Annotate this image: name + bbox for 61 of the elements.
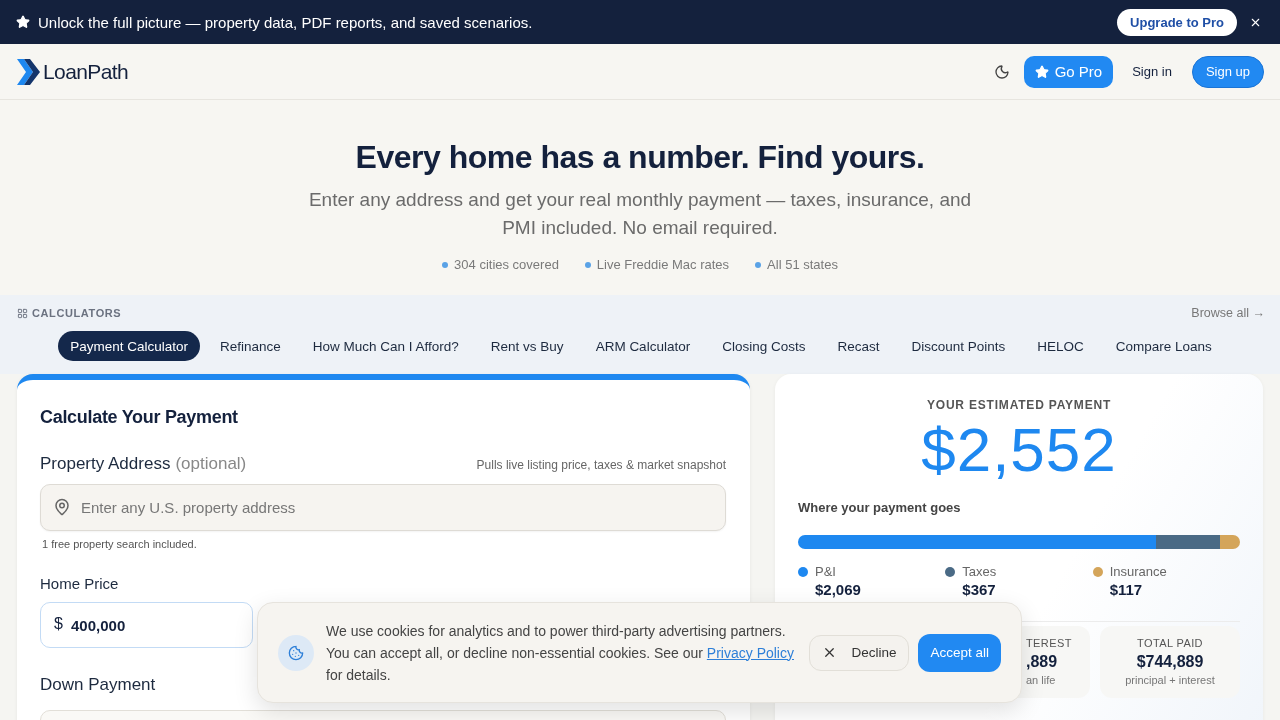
field-hint: Pulls live listing price, taxes & market snapshot (476, 458, 726, 472)
calculator-tab[interactable]: Discount Points (899, 331, 1018, 361)
calculator-tab[interactable]: Closing Costs (710, 331, 818, 361)
optional-note: (optional) (175, 453, 247, 475)
field-label: Property Address (40, 453, 171, 475)
hero-subtitle: Enter any address and get your real monthly payment — taxes, insurance, and PMI included. No email required. (307, 188, 973, 240)
bullet-dot-icon (755, 262, 762, 268)
legend-label: Taxes (962, 564, 997, 580)
calculator-tab[interactable]: Recast (825, 331, 892, 361)
browse-all-link[interactable]: Browse all → (1191, 306, 1265, 320)
currency-prefix: $ (54, 615, 63, 633)
hero-title: Every home has a number. Find yours. (355, 138, 925, 177)
sign-in-link[interactable]: Sign in (1130, 60, 1174, 83)
highlight-text: Live Freddie Mac rates (596, 256, 730, 274)
calculator-tab[interactable]: Rent vs Buy (478, 331, 576, 361)
calculator-tab[interactable]: Refinance (207, 331, 293, 361)
decline-button[interactable]: Decline (809, 634, 910, 671)
upgrade-button[interactable]: Upgrade to Pro (1117, 8, 1237, 36)
map-pin-icon (53, 498, 71, 516)
stat-value: ,889 (1026, 652, 1058, 672)
field-label: Down Payment (40, 675, 156, 694)
stat-label: TEREST (1026, 636, 1072, 651)
calculator-tab[interactable]: ARM Calculator (583, 331, 703, 361)
logo-text[interactable]: LoanPath (43, 59, 129, 84)
highlight-text: 304 cities covered (454, 256, 559, 274)
privacy-policy-link[interactable]: Privacy Policy (706, 644, 794, 661)
cookie-notice: We use cookies for analytics and to power third-party advertising partners. You can accept all, or decline non-essential cookies. See our Privacy Policy for details. (326, 621, 795, 685)
grid-icon (17, 307, 28, 319)
moon-icon[interactable] (993, 63, 1010, 80)
legend-label: P&I (815, 564, 836, 580)
promo-message: Unlock the full picture — property data, PDF reports, and saved scenarios. (38, 13, 533, 31)
breakdown-title: Where your payment goes (798, 499, 962, 517)
legend-value: $367 (962, 580, 996, 600)
calculator-tab[interactable]: Payment Calculator (58, 331, 200, 361)
logo-chevron-icon (17, 58, 40, 85)
stat-value: $744,889 (1136, 652, 1204, 672)
address-input[interactable]: Enter any U.S. property address (40, 484, 726, 531)
legend-label: Insurance (1109, 564, 1167, 580)
section-label: CALCULATORS (32, 307, 122, 319)
card-title: Calculate Your Payment (40, 406, 239, 429)
stat-note: principal + interest (1125, 673, 1215, 688)
legend-value: $117 (1109, 580, 1143, 600)
calculator-tab[interactable]: HELOC (1025, 331, 1096, 361)
calculator-tab[interactable]: How Much Can I Afford? (300, 331, 471, 361)
stat-note: an life (1026, 673, 1056, 688)
bullet-dot-icon (584, 262, 591, 268)
highlight-text: All 51 states (767, 256, 838, 274)
field-label: Home Price (40, 575, 119, 592)
help-text: 1 free property search included. (41, 537, 198, 551)
star-icon (16, 15, 30, 29)
calculator-tab[interactable]: Compare Loans (1103, 331, 1224, 361)
accept-button[interactable]: Accept all (918, 633, 1001, 672)
star-icon (1034, 64, 1049, 79)
go-pro-button[interactable]: Go Pro (1023, 55, 1114, 88)
result-label: YOUR ESTIMATED PAYMENT (925, 397, 1113, 413)
sign-up-button[interactable]: Sign up (1191, 55, 1264, 88)
stat-label: TOTAL PAID (1137, 636, 1203, 651)
cookie-icon (278, 634, 314, 671)
payment-amount: $2,552 (920, 418, 1118, 482)
bullet-dot-icon (442, 262, 449, 268)
legend-value: $2,069 (815, 580, 861, 600)
